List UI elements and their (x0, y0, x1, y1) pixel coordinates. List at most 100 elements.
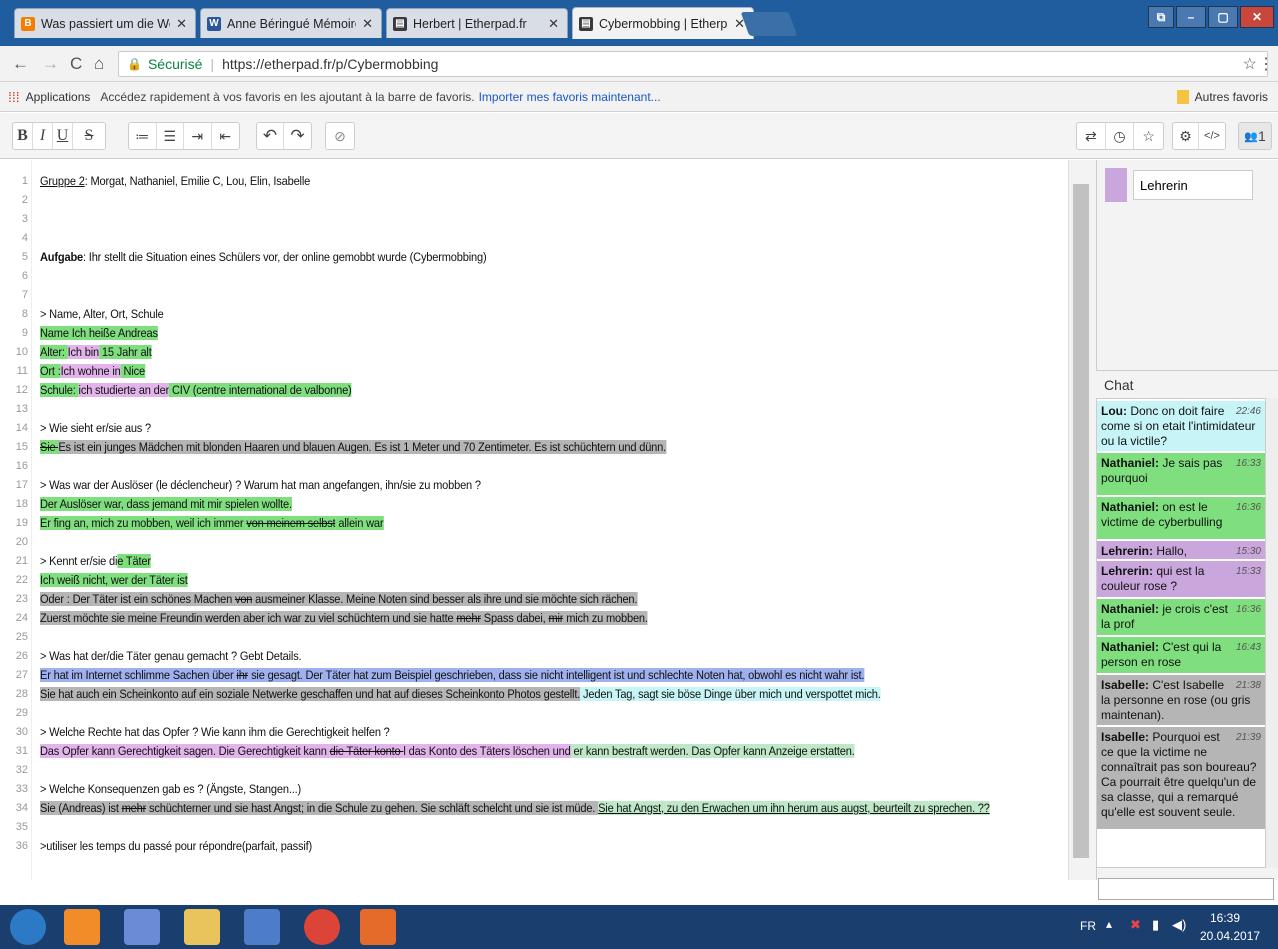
browser-tab[interactable]: B Was passiert um die Wel ✕ (14, 8, 196, 38)
saved-revision-star-icon[interactable]: ☆ (1134, 123, 1163, 149)
pad-line[interactable]: 17 > Was war der Auslöser (le déclencheur… (0, 476, 1068, 495)
chrome-taskbar-icon[interactable] (304, 909, 340, 945)
pad-line[interactable]: 19 Er fing an, mich zu mobben, weil ich i… (0, 514, 1068, 533)
clear-authorship-icon[interactable]: ⊘ (326, 123, 354, 149)
pad-line[interactable]: 13 (0, 400, 1068, 419)
gear-icon[interactable]: ⚙ (1173, 123, 1200, 149)
pad-line[interactable]: 23 Oder : Der Täter ist ein schönes Mache… (0, 590, 1068, 609)
battery-icon[interactable]: ▮ (1152, 917, 1159, 933)
pad-line[interactable]: 12 Schule: ich studierte an der CIV (cent… (0, 381, 1068, 400)
pad-line[interactable]: 16 (0, 457, 1068, 476)
window-close-button[interactable]: ✕ (1240, 6, 1274, 28)
chat-time: 16:33 (1235, 458, 1261, 469)
office-app-icon[interactable] (64, 909, 100, 945)
indent-icon[interactable]: ⇥ (184, 123, 212, 149)
pad-line[interactable]: 2 (0, 191, 1068, 210)
pad-line[interactable]: 21 > Kennt er/sie die Täter (0, 552, 1068, 571)
browser-tab[interactable]: ▤ Herbert | Etherpad.fr ✕ (386, 8, 568, 38)
pad-line[interactable]: 15 Sie Es ist ein junges Mädchen mit blon… (0, 438, 1068, 457)
editor-scrollbar[interactable] (1068, 160, 1096, 880)
pad-editor[interactable]: 1 Gruppe 2: Morgat, Nathaniel, Emilie C, … (0, 160, 1068, 880)
pad-line[interactable]: 22 Ich weiß nicht, wer der Täter ist (0, 571, 1068, 590)
pad-line[interactable]: 31 Das Opfer kann Gerechtigkeit sagen. Di… (0, 742, 1068, 761)
start-button-icon[interactable] (10, 909, 46, 945)
pad-line[interactable]: 6 (0, 267, 1068, 286)
file-explorer-icon[interactable] (184, 909, 220, 945)
volume-icon[interactable]: ◀) (1172, 917, 1186, 933)
browser-tab[interactable]: W Anne Béringué Mémoire ✕ (200, 8, 382, 38)
import-export-icon[interactable]: ⇄ (1077, 123, 1106, 149)
strikethrough-button[interactable]: S (73, 123, 105, 149)
pad-line[interactable]: 18 Der Auslöser war, dass jemand mit mir … (0, 495, 1068, 514)
unordered-list-icon[interactable]: ☰ (157, 123, 184, 149)
pad-line[interactable]: 20 (0, 533, 1068, 552)
pad-line[interactable]: 24 Zuerst möchte sie meine Freundin werde… (0, 609, 1068, 628)
pad-line[interactable]: 32 (0, 761, 1068, 780)
redo-icon[interactable]: ↷ (284, 123, 311, 149)
pad-line[interactable]: 28 Sie hat auch ein Scheinkonto auf ein s… (0, 685, 1068, 704)
pad-line[interactable]: 36 >utiliser les temps du passé pour répo… (0, 837, 1068, 856)
pad-line[interactable]: 14 > Wie sieht er/sie aus ? (0, 419, 1068, 438)
pad-line[interactable]: 33 > Welche Konsequenzen gab es ? (Ängste… (0, 780, 1068, 799)
pad-line[interactable]: 10 Alter: Ich bin 15 Jahr alt (0, 343, 1068, 362)
pen-app-icon[interactable] (124, 909, 160, 945)
browser-tab[interactable]: ▤ Cybermobbing | Etherpa ✕ (572, 7, 754, 39)
tab-close-icon[interactable]: ✕ (362, 16, 373, 32)
tray-arrow-icon[interactable]: ▴ (1106, 917, 1112, 931)
pad-line[interactable]: 3 (0, 210, 1068, 229)
forward-arrow-icon[interactable]: → (42, 54, 59, 74)
url-omnibox[interactable]: 🔒 Sécurisé | https://etherpad.fr/p/Cyber… (118, 51, 1268, 77)
window-restore-icon[interactable]: ⧉ (1148, 6, 1174, 28)
pad-line[interactable]: 8 > Name, Alter, Ort, Schule (0, 305, 1068, 324)
tab-close-icon[interactable]: ✕ (176, 16, 187, 32)
pad-line[interactable]: 30 > Welche Rechte hat das Opfer ? Wie ka… (0, 723, 1068, 742)
user-name-input[interactable]: Lehrerin (1133, 170, 1253, 200)
underline-button[interactable]: U (53, 123, 73, 149)
pad-line[interactable]: 35 (0, 818, 1068, 837)
scrollbar-thumb[interactable] (1073, 184, 1089, 858)
line-text: Das Opfer kann Gerechtigkeit sagen. Die … (40, 742, 855, 761)
apps-grid-icon[interactable]: ⁞⁞⁞ (8, 89, 20, 105)
back-arrow-icon[interactable]: ← (12, 54, 29, 74)
pad-line[interactable]: 34 Sie (Andreas) ist mehr schüchterner un… (0, 799, 1068, 818)
timeslider-clock-icon[interactable]: ◷ (1106, 123, 1135, 149)
import-bookmarks-link[interactable]: Importer mes favoris maintenant... (479, 90, 661, 104)
reload-icon[interactable]: C (70, 54, 82, 74)
window-minimize-button[interactable]: – (1176, 6, 1206, 28)
pad-line[interactable]: 11 Ort :Ich wohne in Nice (0, 362, 1068, 381)
other-bookmarks[interactable]: Autres favoris (1195, 90, 1268, 104)
tab-close-icon[interactable]: ✕ (548, 16, 559, 32)
pad-line[interactable]: 26 > Was hat der/die Täter genau gemacht … (0, 647, 1068, 666)
chat-scrollbar[interactable] (1266, 398, 1278, 868)
pad-line[interactable]: 29 (0, 704, 1068, 723)
chat-input[interactable] (1098, 878, 1274, 900)
window-maximize-button[interactable]: ▢ (1208, 6, 1238, 28)
network-icon[interactable]: ✖ (1130, 917, 1141, 933)
bold-button[interactable]: B (13, 123, 33, 149)
url-text[interactable]: https://etherpad.fr/p/Cybermobbing (222, 56, 438, 72)
bookmark-star-icon[interactable]: ☆ (1243, 54, 1257, 74)
apps-link[interactable]: Applications (26, 90, 91, 104)
pad-line[interactable]: 7 (0, 286, 1068, 305)
pad-line[interactable]: 5 Aufgabe: Ihr stellt die Situation eines… (0, 248, 1068, 267)
clock-time[interactable]: 16:39 (1210, 911, 1240, 925)
embed-code-icon[interactable]: </> (1199, 123, 1225, 149)
users-button[interactable]: 👥 1 (1238, 122, 1272, 150)
italic-button[interactable]: I (33, 123, 53, 149)
ordered-list-icon[interactable]: ≔ (129, 123, 157, 149)
browser-menu-icon[interactable]: ⋮ (1258, 54, 1274, 74)
undo-icon[interactable]: ↶ (257, 123, 285, 149)
user-color-swatch[interactable] (1105, 168, 1127, 202)
new-tab-button[interactable] (740, 12, 798, 36)
pad-line[interactable]: 27 Er hat im Internet schlimme Sachen übe… (0, 666, 1068, 685)
language-indicator[interactable]: FR (1080, 919, 1096, 933)
pad-line[interactable]: 1 Gruppe 2: Morgat, Nathaniel, Emilie C, … (0, 172, 1068, 191)
word-taskbar-icon[interactable] (244, 909, 280, 945)
pad-line[interactable]: 25 (0, 628, 1068, 647)
pad-line[interactable]: 9 Name Ich heiße Andreas (0, 324, 1068, 343)
pad-line[interactable]: 4 (0, 229, 1068, 248)
home-icon[interactable]: ⌂ (94, 54, 104, 74)
clock-date[interactable]: 20.04.2017 (1200, 929, 1260, 943)
outdent-icon[interactable]: ⇤ (212, 123, 239, 149)
paint-app-icon[interactable] (360, 909, 396, 945)
